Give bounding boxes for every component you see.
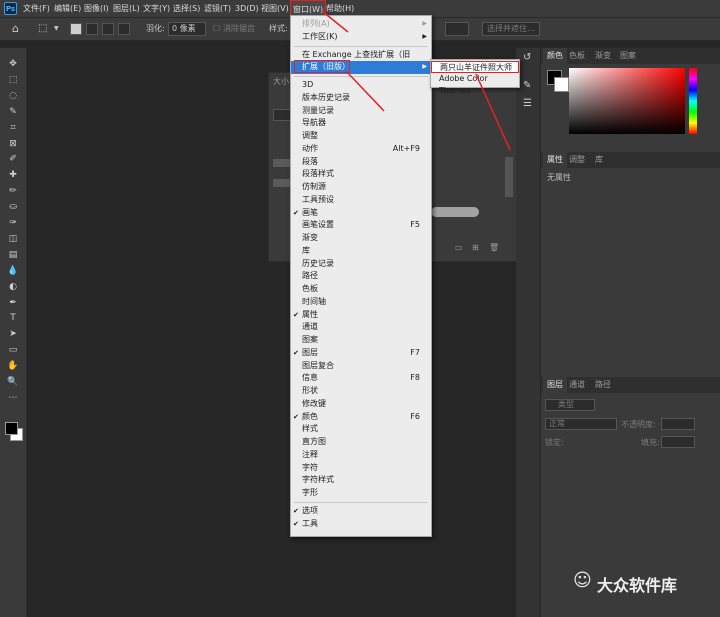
annotation-arrows [321, 10, 511, 151]
annotation-arrow-window [321, 10, 349, 33]
annotation-arrow-submenu [475, 73, 511, 151]
annotation-box-extensions [294, 60, 350, 73]
annotation-arrow-extensions [345, 70, 385, 112]
